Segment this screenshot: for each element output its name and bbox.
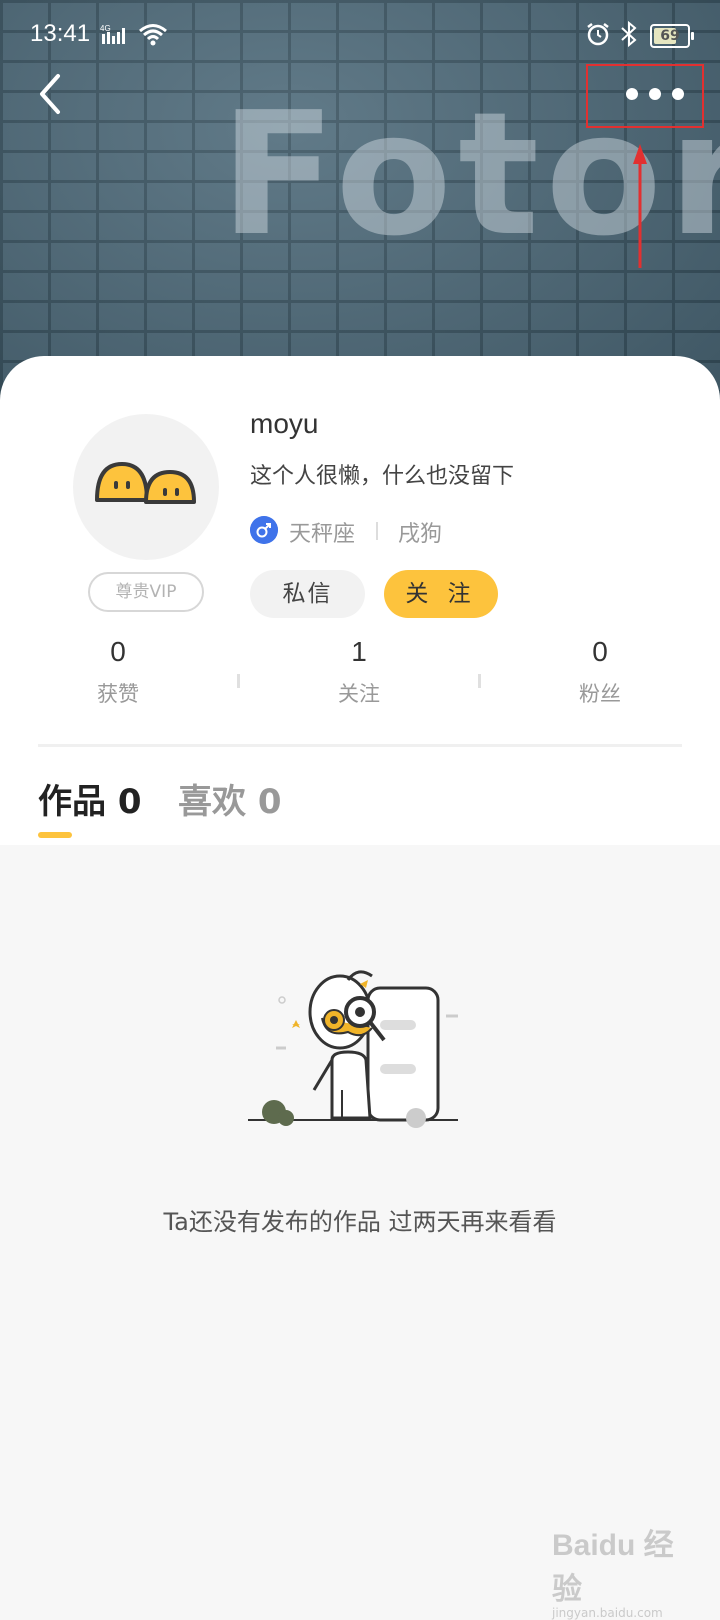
network-type-label: 4G: [100, 24, 111, 33]
message-button[interactable]: 私信: [250, 570, 365, 618]
alarm-icon: [587, 23, 609, 46]
stat-divider: [478, 674, 481, 688]
stat-divider: [237, 674, 240, 688]
stat-following[interactable]: 1 关注: [279, 636, 439, 708]
battery-level: 69: [660, 28, 680, 44]
wifi-icon: [139, 24, 167, 46]
info-divider: [376, 522, 378, 540]
bio-text: 这个人很懒，什么也没留下: [250, 464, 515, 489]
section-divider: [38, 744, 682, 747]
content-tabs: 作品 0 喜欢 0: [0, 750, 720, 845]
bluetooth-icon: [621, 21, 637, 47]
follow-button[interactable]: 关 注: [384, 570, 498, 618]
username: moyu: [250, 408, 319, 439]
avatar-emoji-icon: [95, 462, 196, 504]
battery-icon: 69: [650, 24, 694, 48]
vip-badge[interactable]: 尊贵VIP: [88, 572, 204, 612]
cellular-signal-icon: 4G: [100, 24, 125, 44]
status-bar: 13:41 4G 69: [0, 0, 720, 70]
watermark-url: jingyan.baidu.com: [552, 1606, 663, 1620]
stat-likes[interactable]: 0 获赞: [38, 636, 198, 708]
stat-label: 粉丝: [579, 682, 621, 706]
status-time: 13:41: [30, 20, 91, 47]
active-tab-indicator: [38, 832, 72, 838]
stat-followers[interactable]: 0 粉丝: [520, 636, 680, 708]
zodiac-label: 天秤座: [289, 522, 356, 547]
stat-label: 关注: [338, 682, 380, 706]
tab-works[interactable]: 作品 0: [38, 774, 142, 823]
stat-value: 1: [351, 636, 367, 667]
tab-likes[interactable]: 喜欢 0: [178, 774, 282, 823]
male-icon: [250, 516, 278, 544]
empty-state-illustration: [248, 970, 458, 1128]
chinese-zodiac-label: 戌狗: [398, 522, 443, 547]
stat-label: 获赞: [97, 682, 139, 706]
annotation-arrow-icon: [633, 144, 647, 268]
watermark-brand: Baidu 经验: [552, 1529, 674, 1606]
baidu-watermark: Baidu 经验 jingyan.baidu.com: [552, 1520, 692, 1620]
stat-value: 0: [110, 636, 126, 667]
avatar[interactable]: [73, 414, 219, 560]
annotation-highlight-box: [586, 64, 704, 128]
back-button[interactable]: [30, 70, 74, 118]
chevron-left-icon: [40, 74, 60, 114]
stat-value: 0: [592, 636, 608, 667]
empty-state-message: Ta还没有发布的作品 过两天再来看看: [163, 1208, 557, 1236]
profile-card: 尊贵VIP moyu 这个人很懒，什么也没留下 天秤座 戌狗 私信 关 注 0 …: [0, 356, 720, 750]
